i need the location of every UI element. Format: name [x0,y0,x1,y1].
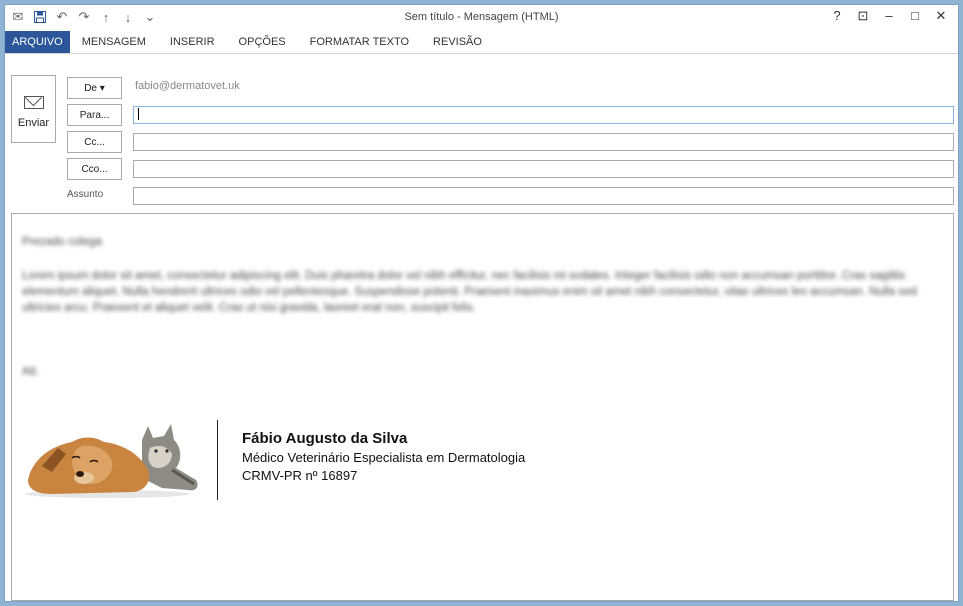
send-label: Enviar [17,117,50,129]
dog-and-cat-image [25,424,198,498]
title-bar: ✉ ↶ ↷ ↑ ↓ ⌄ Sem título - Mensagem (HTML)… [5,5,958,31]
subject-field[interactable] [133,187,954,205]
minimize-icon[interactable]: – [878,8,900,24]
tab-inserir[interactable]: INSERIR [158,31,227,53]
greeting-text: Prezado colega [22,236,102,248]
cc-button[interactable]: Cc... [67,131,122,153]
tab-opcoes[interactable]: OPÇÕES [227,31,298,53]
signature-registration: CRMV-PR nº 16897 [242,468,358,483]
window-title: Sem título - Mensagem (HTML) [404,11,559,23]
bcc-field[interactable] [133,160,954,178]
signature-block: Fábio Augusto da Silva Médico Veterinári… [242,429,525,485]
send-button[interactable]: Enviar [11,75,56,143]
to-field[interactable] [133,106,954,124]
tab-arquivo[interactable]: ARQUIVO [5,31,70,53]
close-icon[interactable]: ✕ [930,8,952,24]
ribbon-display-icon[interactable]: ⊡ [852,8,874,24]
ribbon-tabs: ARQUIVO MENSAGEM INSERIR OPÇÕES FORMATAR… [5,31,958,53]
bcc-button[interactable]: Cco... [67,158,122,180]
body-paragraph: Lorem ipsum dolor sit amet, consectetur … [22,270,917,314]
window-controls: ? ⊡ – □ ✕ [826,8,952,24]
signature-divider [217,420,218,500]
to-button[interactable]: Para... [67,104,122,126]
signature-title: Médico Veterinário Especialista em Derma… [242,450,526,465]
cc-field[interactable] [133,133,954,151]
tab-formatar-texto[interactable]: FORMATAR TEXTO [298,31,421,53]
outlook-compose-window: ✉ ↶ ↷ ↑ ↓ ⌄ Sem título - Mensagem (HTML)… [4,4,959,602]
from-address: fabio@dermatovet.uk [135,80,240,92]
tab-mensagem[interactable]: MENSAGEM [70,31,158,53]
tab-revisao[interactable]: REVISÃO [421,31,494,53]
help-icon[interactable]: ? [826,8,848,24]
message-body[interactable]: Prezado colega Lorem ipsum dolor sit ame… [11,213,954,601]
signature-name: Fábio Augusto da Silva [242,430,408,447]
ribbon-divider [5,53,958,54]
text-cursor [138,108,139,121]
subject-label: Assunto [67,189,104,200]
send-envelope-icon [23,96,44,109]
maximize-icon[interactable]: □ [904,8,926,24]
from-button[interactable]: De ▾ [67,77,122,99]
signoff-text: Att. [22,366,40,378]
